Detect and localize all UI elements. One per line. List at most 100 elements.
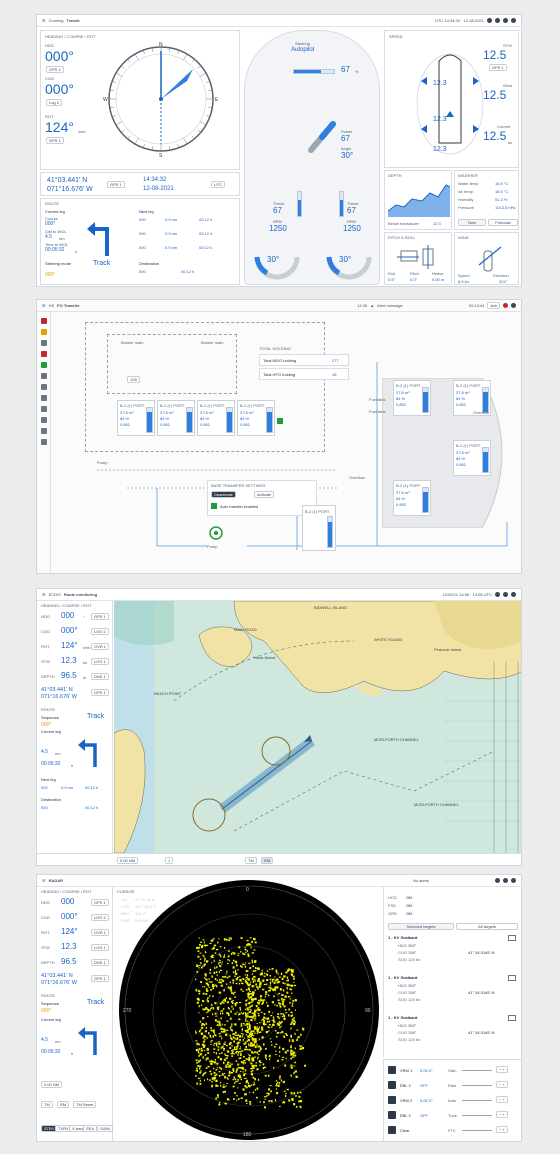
more-icon[interactable] — [511, 878, 516, 883]
weather-value: 51.3 % — [495, 197, 508, 202]
control-slider[interactable] — [462, 1100, 492, 1101]
position-source-select[interactable]: GPS 1 — [91, 975, 109, 982]
hdg-source-select[interactable]: GPS 1 — [46, 66, 64, 73]
steering-mode[interactable]: Autopilot — [291, 47, 314, 53]
nav-value: 000° — [61, 626, 78, 635]
target-field: SOG 125 kn — [398, 1037, 421, 1042]
cog-source-select[interactable]: Log 2 — [46, 99, 63, 106]
expand-icon[interactable] — [508, 935, 516, 941]
control-stepper[interactable]: − + — [496, 1066, 508, 1073]
settings-icon[interactable] — [503, 592, 508, 597]
next-leg-time: 00:12 h — [199, 217, 213, 222]
more-icon[interactable] — [511, 18, 516, 23]
menu-icon[interactable]: ☰ — [42, 592, 46, 597]
activate-button[interactable]: Activate — [254, 491, 275, 498]
target-name[interactable]: 1 - KV Svalbard — [388, 935, 417, 940]
expand-icon[interactable] — [508, 1015, 516, 1021]
nav-source-select[interactable]: GPS 1 — [91, 899, 109, 906]
settings-icon[interactable] — [503, 18, 508, 23]
control-toggle[interactable] — [388, 1111, 396, 1119]
tab-forecast[interactable]: Forecast — [488, 219, 518, 226]
scale-select[interactable]: 0.00 NM — [117, 857, 139, 864]
tab-now[interactable]: Now — [458, 219, 486, 226]
target-name[interactable]: 1 - KV Svalbard — [388, 975, 417, 980]
conning-screen: ☰ Conning Transit UTC 14:34:32 · 12-08-2… — [36, 14, 522, 287]
next-leg-time: 00:12 h — [85, 785, 99, 790]
auto-transfer-checkbox[interactable] — [211, 503, 217, 509]
radar-control-button[interactable]: SEA — [83, 1125, 98, 1132]
bell-icon[interactable] — [495, 878, 500, 883]
control-toggle[interactable] — [388, 1126, 396, 1134]
menu-icon[interactable]: ☰ — [42, 18, 46, 23]
nav-source-select[interactable]: GVR 1 — [91, 643, 110, 650]
night-mode-icon[interactable] — [495, 18, 500, 23]
attitude-value: 0.5° — [388, 277, 396, 282]
control-slider[interactable] — [462, 1130, 492, 1131]
nav-source-select[interactable]: DNS 1 — [91, 673, 109, 680]
nav-source-select[interactable]: DNS 1 — [91, 959, 109, 966]
bell-icon[interactable] — [495, 592, 500, 597]
next-leg-course: 000 — [139, 231, 146, 236]
position-source-select[interactable]: GPS 1 — [107, 181, 125, 188]
control-slider[interactable] — [462, 1070, 492, 1071]
steering-mode-value[interactable]: Track — [93, 260, 110, 267]
next-leg-time: 00:12 h — [199, 245, 213, 250]
clock-date: 12-08-2021 — [143, 186, 174, 192]
tto-value: 00:05:32 — [45, 247, 65, 253]
stw-source-select[interactable]: GPS 1 — [489, 64, 507, 71]
control-slider[interactable] — [462, 1085, 492, 1086]
thrust-left-bar — [297, 191, 302, 217]
nautical-chart[interactable]: BIDWELL ISLAND WHITE ISLAND MAIN ROAD Hook … — [114, 601, 522, 853]
hull-speed-mid: 12.3 — [433, 116, 447, 123]
bell-icon[interactable] — [487, 18, 492, 23]
control-key: Clear — [400, 1128, 410, 1133]
timezone-select[interactable]: UTC — [211, 181, 226, 188]
control-stepper[interactable]: − + — [496, 1096, 508, 1103]
dist-value: 4.5 — [45, 234, 52, 240]
more-icon[interactable] — [511, 592, 516, 597]
deactivate-button[interactable]: Deactivate — [211, 491, 236, 498]
tab-all-targets[interactable]: All targets — [456, 923, 518, 930]
route-mode[interactable]: Track — [87, 713, 104, 720]
target-name[interactable]: 1 - KV Svalbard — [388, 1015, 417, 1020]
nav-source-select[interactable]: GVR 1 — [91, 929, 110, 936]
nav-source-select[interactable]: GPS 1 — [91, 613, 109, 620]
nav-source-select[interactable]: LOG 2 — [91, 914, 109, 921]
expand-icon[interactable] — [508, 975, 516, 981]
depth-source-select[interactable]: Below transducer — [388, 221, 419, 226]
tank-small[interactable]: B-2 (1) PORT — [302, 505, 336, 551]
radar-controls: VRM 1 0.00.0° Gain − + EBL 2 OFF Rain − + VRM 2 0… — [383, 1059, 521, 1141]
control-toggle[interactable] — [388, 1096, 396, 1104]
control-toggle[interactable] — [388, 1081, 396, 1089]
nav-source-select[interactable]: LOG 1 — [91, 944, 109, 951]
range-select[interactable]: 0.00 NM — [41, 1081, 63, 1088]
control-toggle[interactable] — [388, 1066, 396, 1074]
control-stepper[interactable]: − + — [496, 1111, 508, 1118]
tab-selected-targets[interactable]: Selected targets — [388, 923, 454, 930]
menu-icon[interactable]: ☰ — [42, 878, 46, 883]
radar-mode-button[interactable]: TM Reset — [73, 1101, 97, 1108]
radar-ppi[interactable]: 0 90 180 270 — [115, 877, 383, 1142]
next-leg-label: Next leg — [41, 777, 56, 782]
breadcrumb[interactable]: ECDIS — [49, 592, 61, 597]
nav-source-select[interactable]: LOG 2 — [91, 628, 109, 635]
status-value: ON — [406, 911, 412, 916]
page-title: RADAR — [48, 878, 64, 883]
route-mode[interactable]: Track — [87, 999, 104, 1006]
radar-mode-button[interactable]: RM — [57, 1101, 70, 1108]
control-stepper[interactable]: − + — [496, 1126, 508, 1133]
control-stepper[interactable]: − + — [496, 1081, 508, 1088]
radar-control-button[interactable]: GAIN — [97, 1125, 113, 1132]
nav-source-select[interactable]: LOG 1 — [91, 658, 109, 665]
zoom-input[interactable]: 1 — [165, 857, 174, 864]
tm-button[interactable]: TM — [245, 857, 257, 864]
ring-label-180: 180 — [243, 1132, 252, 1138]
control-slider[interactable] — [462, 1115, 492, 1116]
rot-source-select[interactable]: GPS 1 — [46, 137, 64, 144]
settings-icon[interactable] — [503, 878, 508, 883]
rm-button[interactable]: RM — [261, 857, 274, 864]
breadcrumb[interactable]: Conning — [49, 18, 64, 23]
position-source-select[interactable]: GPS 1 — [91, 689, 109, 696]
pump-icon[interactable] — [209, 526, 223, 540]
radar-mode-button[interactable]: TM — [41, 1101, 53, 1108]
